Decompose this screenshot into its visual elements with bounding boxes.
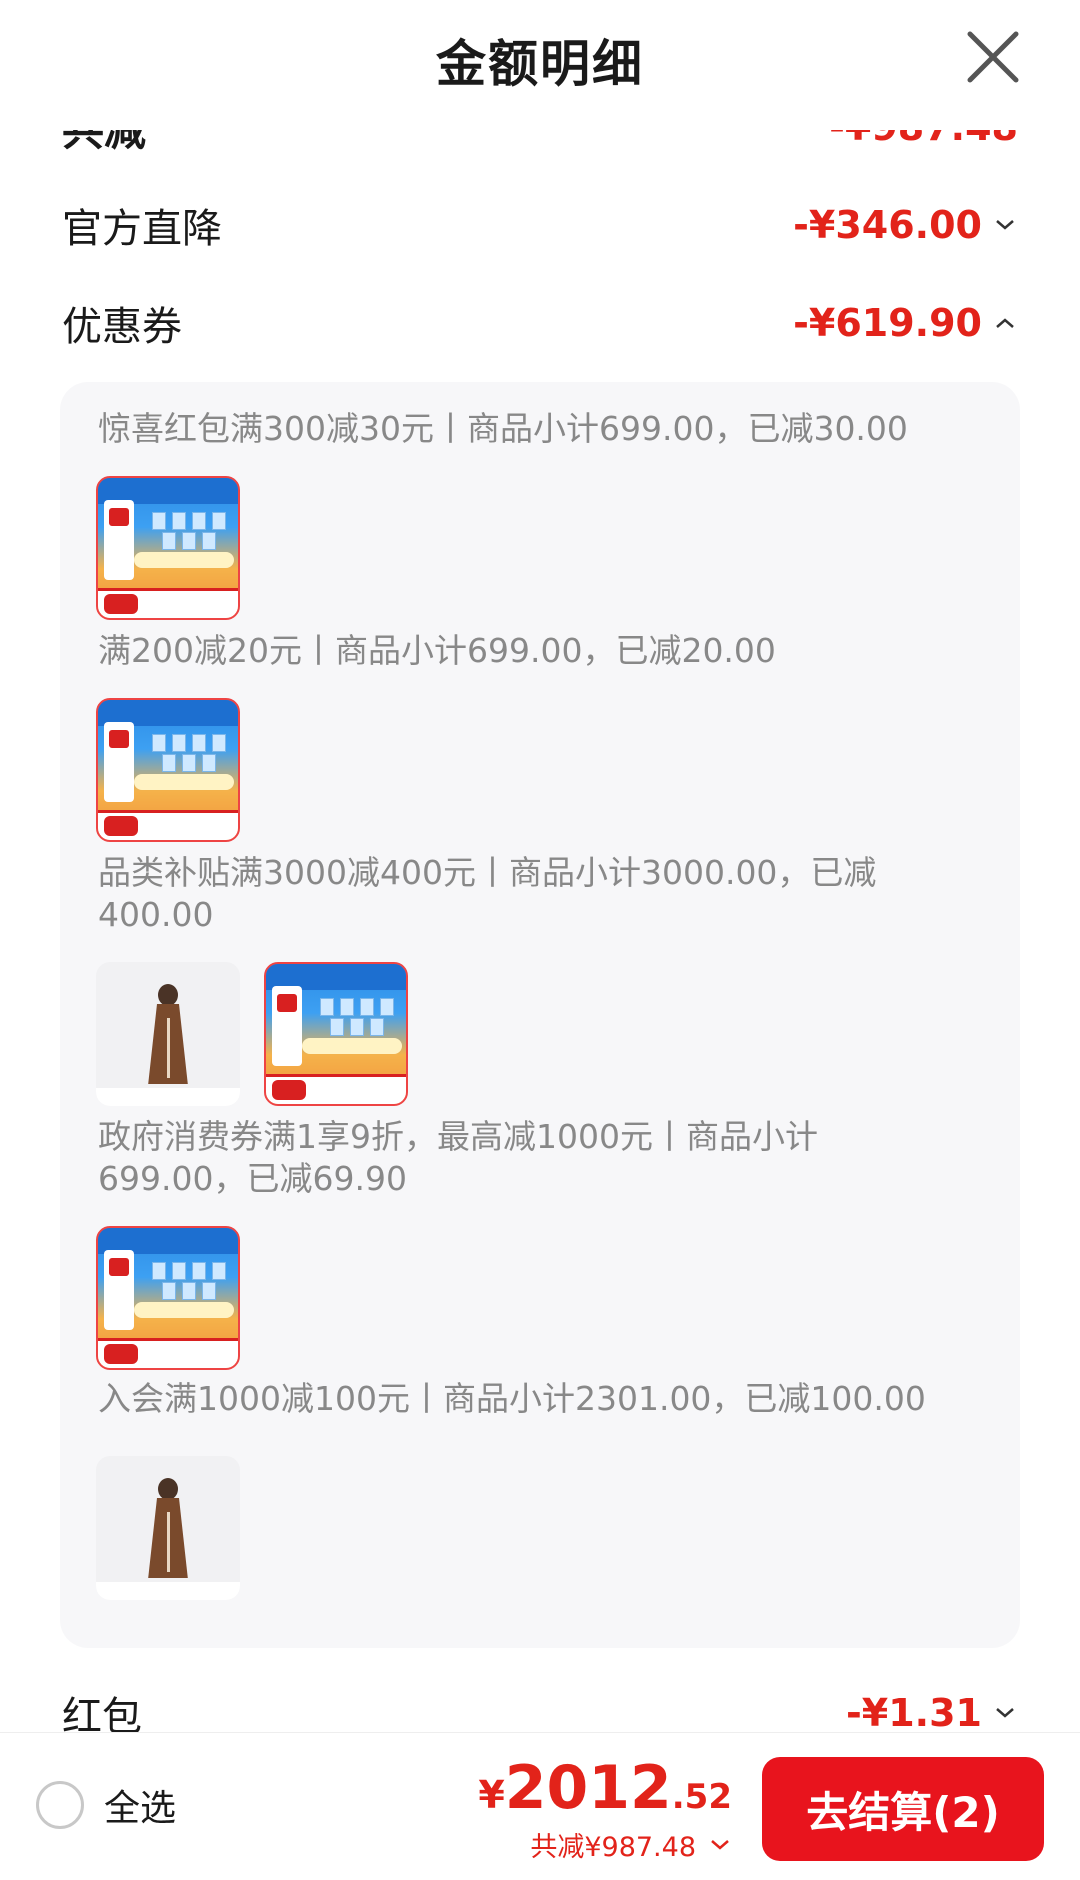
saved-amount-text: 共减¥987.48 [530, 1832, 696, 1863]
product-thumbnail-dress[interactable] [96, 1456, 240, 1600]
sheet-header: 金额明细 [0, 0, 1080, 130]
product-thumbnail-book[interactable] [96, 698, 240, 842]
price-decimal: .52 [671, 1777, 732, 1817]
total-price-block: ¥2012.52 共减¥987.48 [478, 1753, 732, 1864]
coupon-amount: -¥619.90 [793, 301, 982, 345]
checkout-bar: 全选 ¥2012.52 共减¥987.48 去结算(2) [0, 1732, 1080, 1880]
amount-detail-sheet: 金额明细 共减 -¥987.48 官方直降 -¥346.00 优惠券 -¥619… [0, 0, 1080, 1880]
select-all-radio[interactable] [36, 1781, 84, 1829]
coupon-item-text: 入会满1000减100元丨商品小计2301.00，已减100.00 [98, 1379, 926, 1418]
total-reduction-amount: -¥987.48 [829, 130, 1018, 149]
coupon-item-text: 政府消费券满1享9折，最高减1000元丨商品小计699.00，已减69.90 [98, 1117, 818, 1198]
close-button[interactable] [958, 22, 1028, 92]
checkout-button[interactable]: 去结算(2) [762, 1757, 1044, 1861]
chevron-down-icon [996, 1708, 1014, 1718]
official-discount-amount: -¥346.00 [793, 203, 982, 247]
red-packet-amount: -¥1.31 [846, 1691, 982, 1732]
coupon-amount-wrap: -¥619.90 [793, 301, 1018, 345]
coupon-row[interactable]: 优惠券 -¥619.90 [62, 288, 1018, 358]
coupon-item-text: 惊喜红包满300减30元丨商品小计699.00，已减30.00 [98, 409, 908, 448]
detail-content[interactable]: 共减 -¥987.48 官方直降 -¥346.00 优惠券 -¥619.90 惊… [24, 130, 1056, 1732]
currency-symbol: ¥ [478, 1773, 505, 1817]
product-thumbnail-book[interactable] [264, 962, 408, 1106]
coupon-label: 优惠券 [62, 304, 182, 350]
official-discount-label: 官方直降 [62, 206, 222, 252]
close-icon [967, 31, 1019, 83]
official-discount-amount-wrap: -¥346.00 [793, 203, 1018, 247]
product-thumbnail-book[interactable] [96, 476, 240, 620]
select-all-label: 全选 [104, 1788, 177, 1829]
official-discount-row[interactable]: 官方直降 -¥346.00 [62, 190, 1018, 260]
chevron-down-icon [996, 220, 1014, 230]
total-reduction-label: 共减 [62, 130, 147, 155]
saved-amount-toggle[interactable]: 共减¥987.48 [478, 1825, 732, 1864]
coupon-item-text: 满200减20元丨商品小计699.00，已减20.00 [98, 631, 776, 670]
product-thumbnail-book[interactable] [96, 1226, 240, 1370]
price-integer: 2012 [504, 1753, 672, 1823]
total-reduction-row: 共减 -¥987.48 [62, 130, 1018, 162]
chevron-down-icon [711, 1839, 729, 1850]
coupon-detail-box: 惊喜红包满300减30元丨商品小计699.00，已减30.00 满200减20元… [60, 382, 1020, 1648]
total-price: ¥2012.52 [478, 1753, 732, 1823]
red-packet-label: 红包 [62, 1694, 142, 1732]
chevron-up-icon [996, 318, 1014, 328]
red-packet-row[interactable]: 红包 -¥1.31 [62, 1678, 1018, 1732]
red-packet-amount-wrap: -¥1.31 [846, 1691, 1018, 1732]
product-thumbnail-dress[interactable] [96, 962, 240, 1106]
sheet-title: 金额明细 [436, 35, 644, 93]
coupon-item-text: 品类补贴满3000减400元丨商品小计3000.00，已减400.00 [98, 853, 877, 934]
select-all-toggle[interactable]: 全选 [36, 1779, 176, 1831]
